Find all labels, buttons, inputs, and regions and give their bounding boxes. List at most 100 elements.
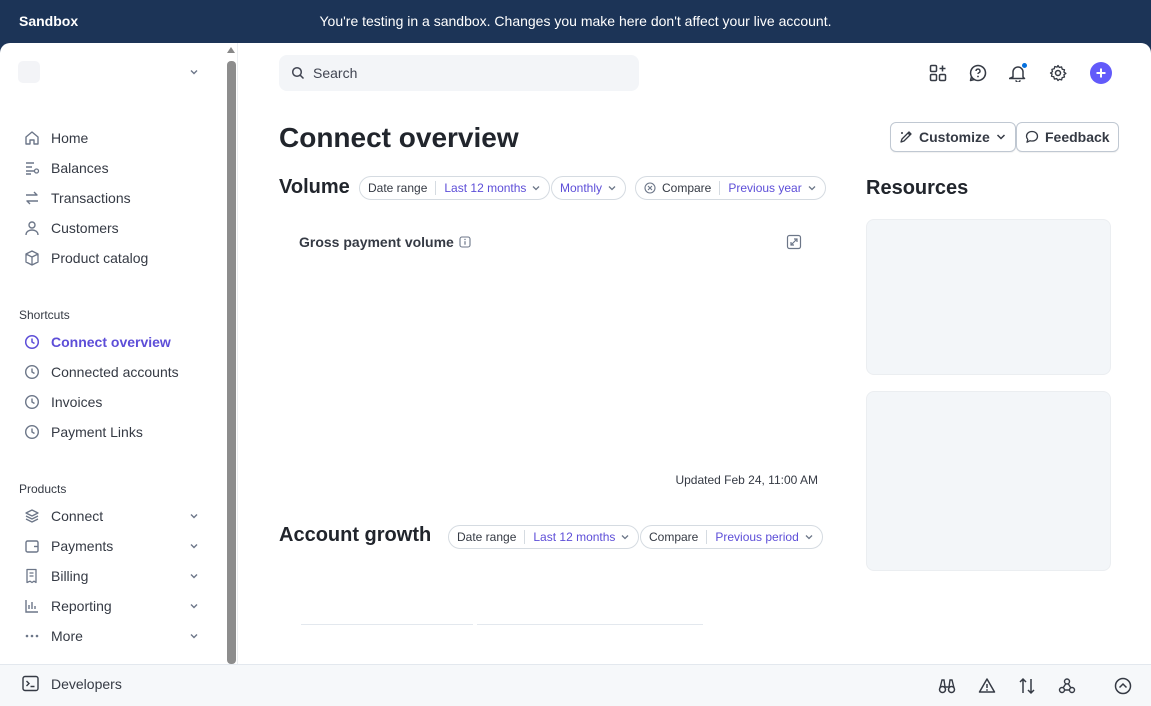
- filter-value: Last 12 months: [533, 530, 616, 544]
- chevron-down-icon: [607, 183, 617, 193]
- sidebar-item-label: Reporting: [51, 598, 112, 614]
- volume-compare-filter[interactable]: Compare Previous year: [635, 176, 826, 200]
- chevron-down-icon[interactable]: [188, 540, 200, 552]
- webhooks-icon[interactable]: [1058, 677, 1076, 695]
- clear-icon[interactable]: [644, 182, 656, 194]
- info-icon[interactable]: [459, 236, 471, 248]
- sidebar-item-label: Balances: [51, 160, 109, 176]
- plus-icon: [1096, 68, 1106, 78]
- clock-icon: [22, 392, 42, 412]
- create-button[interactable]: [1090, 62, 1112, 84]
- shortcut-connect-overview[interactable]: Connect overview: [18, 328, 206, 356]
- chevron-down-icon: [807, 183, 817, 193]
- scroll-up-arrow[interactable]: [227, 47, 235, 53]
- shortcuts-title: Shortcuts: [19, 308, 70, 322]
- sidebar-item-customers[interactable]: Customers: [18, 214, 206, 242]
- chevron-down-icon: [620, 532, 630, 542]
- sidebar-item-label: Product catalog: [51, 250, 149, 266]
- developers-label: Developers: [51, 675, 122, 692]
- account-logo: [18, 61, 40, 83]
- chart-divider: [301, 624, 473, 625]
- sidebar-item-balances[interactable]: Balances: [18, 154, 206, 182]
- search-bar[interactable]: [279, 55, 639, 91]
- collapse-up-icon[interactable]: [1114, 677, 1132, 695]
- gross-payment-volume-title: Gross payment volume: [299, 234, 471, 250]
- chevron-down-icon[interactable]: [188, 570, 200, 582]
- sidebar-item-label: Connect overview: [51, 334, 171, 350]
- chevron-down-icon[interactable]: [188, 630, 200, 642]
- volume-date-range-filter[interactable]: Date range Last 12 months: [359, 176, 551, 200]
- volume-interval-filter[interactable]: Monthly: [551, 176, 627, 200]
- feedback-label: Feedback: [1045, 129, 1110, 145]
- account-switcher[interactable]: [18, 57, 206, 89]
- sidebar-item-home[interactable]: Home: [18, 124, 206, 152]
- filter-value: Monthly: [560, 181, 603, 195]
- volume-title: Volume: [279, 176, 350, 198]
- sandbox-message: You're testing in a sandbox. Changes you…: [319, 13, 832, 29]
- clock-icon: [22, 422, 42, 442]
- shortcut-connected-accounts[interactable]: Connected accounts: [18, 358, 206, 386]
- sidebar-item-label: Payment Links: [51, 424, 143, 440]
- binoculars-icon[interactable]: [938, 677, 956, 695]
- sidebar-item-label: Payments: [51, 538, 114, 554]
- apps-icon[interactable]: [928, 63, 948, 83]
- transfer-arrows-icon[interactable]: [1018, 677, 1036, 695]
- sidebar-item-more[interactable]: More: [18, 622, 206, 650]
- bottom-bar: Developers: [0, 664, 1151, 706]
- sidebar-scrollbar[interactable]: [227, 61, 236, 664]
- shortcut-invoices[interactable]: Invoices: [18, 388, 206, 416]
- filter-key: Date range: [457, 530, 517, 544]
- feedback-button[interactable]: Feedback: [1016, 122, 1119, 152]
- growth-date-range-filter[interactable]: Date range Last 12 months: [448, 525, 640, 549]
- sidebar: Home Balances Transactions Customers Pro…: [0, 43, 238, 664]
- developers-link[interactable]: Developers: [22, 675, 122, 692]
- shortcut-payment-links[interactable]: Payment Links: [18, 418, 206, 446]
- filter-value: Previous period: [715, 530, 799, 544]
- clock-icon: [22, 332, 42, 352]
- sidebar-item-reporting[interactable]: Reporting: [18, 592, 206, 620]
- home-icon: [22, 128, 42, 148]
- customize-button[interactable]: Customize: [890, 122, 1016, 152]
- more-icon: [22, 626, 42, 646]
- customers-icon: [22, 218, 42, 238]
- sidebar-item-connect[interactable]: Connect: [18, 502, 206, 530]
- resource-card[interactable]: [866, 219, 1111, 375]
- sidebar-item-label: Connect: [51, 508, 104, 524]
- chevron-down-icon[interactable]: [188, 510, 200, 522]
- sidebar-item-label: Connected accounts: [51, 364, 179, 380]
- sidebar-item-label: Invoices: [51, 394, 103, 410]
- filter-key: Compare: [662, 181, 712, 195]
- filter-key: Compare: [649, 530, 699, 544]
- product-catalog-icon: [22, 248, 42, 268]
- products-title: Products: [19, 482, 67, 496]
- help-icon[interactable]: [968, 63, 988, 83]
- sidebar-item-transactions[interactable]: Transactions: [18, 184, 206, 212]
- sidebar-item-payments[interactable]: Payments: [18, 532, 206, 560]
- filter-key: Date range: [368, 181, 428, 195]
- chevron-down-icon: [531, 183, 541, 193]
- customize-label: Customize: [919, 129, 990, 145]
- expand-icon[interactable]: [786, 234, 802, 250]
- clock-icon: [22, 362, 42, 382]
- chevron-down-icon: [995, 131, 1007, 143]
- warning-icon[interactable]: [978, 677, 996, 695]
- search-icon: [291, 66, 305, 80]
- chart-divider: [477, 624, 703, 625]
- sidebar-item-billing[interactable]: Billing: [18, 562, 206, 590]
- payments-icon: [22, 536, 42, 556]
- sidebar-item-label: Customers: [51, 220, 119, 236]
- resource-card[interactable]: [866, 391, 1111, 571]
- sidebar-item-product-catalog[interactable]: Product catalog: [18, 244, 206, 272]
- search-input[interactable]: [313, 65, 613, 81]
- sidebar-item-label: More: [51, 628, 83, 644]
- balances-icon: [22, 158, 42, 178]
- page-title: Connect overview: [279, 122, 519, 153]
- growth-compare-filter[interactable]: Compare Previous period: [640, 525, 823, 549]
- sidebar-item-label: Transactions: [51, 190, 131, 206]
- reporting-icon: [22, 596, 42, 616]
- sandbox-banner: Sandbox You're testing in a sandbox. Cha…: [0, 0, 1151, 44]
- main-panel: Home Balances Transactions Customers Pro…: [0, 43, 1151, 706]
- transactions-icon: [22, 188, 42, 208]
- settings-icon[interactable]: [1048, 63, 1068, 83]
- chevron-down-icon[interactable]: [188, 600, 200, 612]
